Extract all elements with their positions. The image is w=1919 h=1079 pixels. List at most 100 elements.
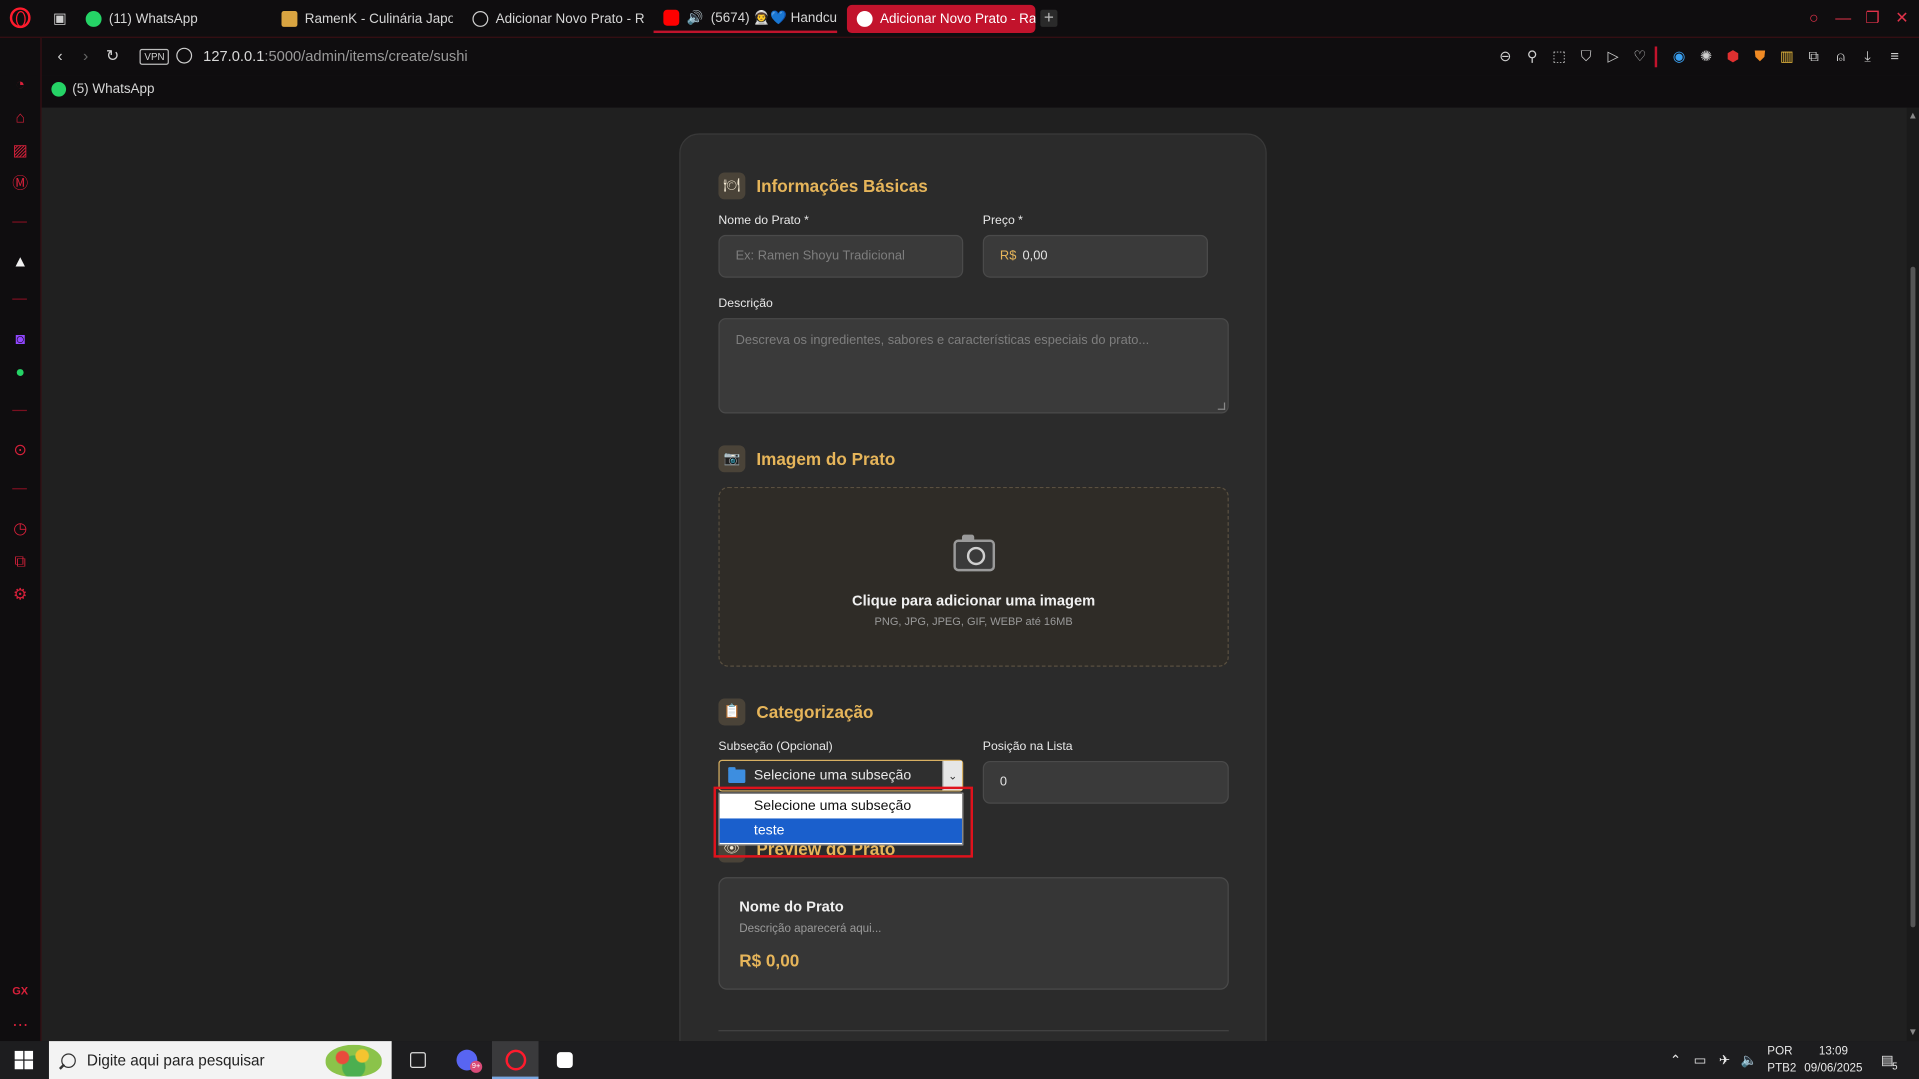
twitch-icon[interactable]: ◙ (11, 329, 29, 347)
brave-lion-icon[interactable]: ⛊ (1751, 48, 1768, 65)
windows-taskbar: Digite aqui para pesquisar 9+ ⌃ ▭ ✈ 🔈 PO… (0, 1041, 1919, 1079)
extension-openai-icon[interactable]: ✺ (1698, 48, 1715, 65)
extension-blue-icon[interactable]: ◉ (1671, 48, 1688, 65)
gx-mods-icon[interactable]: ▨ (11, 141, 29, 159)
tab-adicionar-prato-1[interactable]: Adicionar Novo Prato - Ra (463, 5, 644, 33)
reload-icon[interactable]: ↻ (103, 46, 123, 66)
section-image: 📷 Imagem do Prato (718, 445, 896, 473)
task-view-button[interactable] (394, 1041, 441, 1079)
snapshot-icon[interactable]: ⬚ (1551, 48, 1568, 65)
chevron-up-icon[interactable]: ⌃ (1667, 1052, 1684, 1069)
tab-adicionar-prato-active[interactable]: Adicionar Novo Prato - Ra (846, 4, 1036, 34)
section-title: Categorização (756, 702, 874, 722)
forward-icon[interactable]: › (76, 46, 96, 66)
gx-corner-icon[interactable]: ⌂ (11, 108, 29, 126)
minimize-icon[interactable]: — (1833, 9, 1853, 29)
vpn-badge[interactable]: VPN (139, 48, 170, 65)
profile-icon[interactable]: ⍝ (1832, 48, 1849, 65)
site-info-icon[interactable] (176, 47, 193, 64)
tab-ramenk[interactable]: RamenK - Culinária Japo (272, 5, 453, 33)
shield-icon[interactable]: ⛉ (1578, 48, 1595, 65)
sidebar-divider (12, 298, 27, 300)
address-bar: ‹ › ↻ VPN 127.0.0.1:5000/admin/items/cre… (41, 37, 1919, 76)
preview-description: Descrição aparecerá aqui... (739, 922, 882, 936)
speed-dial-icon[interactable]: ◔ (11, 75, 29, 93)
zoom-icon[interactable]: ⊖ (1497, 48, 1514, 65)
taskbar-app[interactable] (541, 1041, 588, 1079)
play-icon[interactable]: ▷ (1605, 48, 1622, 65)
tab-search-icon[interactable]: ▣ (51, 10, 68, 27)
language-code: POR (1767, 1044, 1793, 1059)
globe-icon (472, 11, 489, 27)
notification-count: 5 (1892, 1060, 1898, 1072)
resize-handle[interactable] (1217, 402, 1226, 410)
upload-title: Clique para adicionar uma imagem (851, 592, 1096, 610)
screen: ▣ (11) WhatsApp RamenK - Culinária Japo … (0, 0, 1919, 1079)
extensions-icon[interactable]: ⧉ (11, 552, 29, 570)
easy-setup-menu-icon[interactable]: ≡ (1886, 48, 1903, 65)
bookmarks-bar: (5) WhatsApp (41, 75, 1919, 108)
gx-logo-icon[interactable]: GX (11, 982, 29, 1000)
adblock-icon[interactable]: ⬢ (1724, 48, 1741, 65)
battery-icon[interactable]: ▭ (1691, 1052, 1708, 1069)
notification-badge: 9+ (469, 1060, 483, 1073)
history-icon[interactable]: ◷ (11, 519, 29, 537)
youtube-icon (663, 9, 680, 26)
settings-icon[interactable]: ⚙ (11, 585, 29, 603)
sidebar-divider (12, 488, 27, 490)
preview-price: R$ 0,00 (739, 950, 800, 971)
ramen-favicon-icon (281, 11, 298, 27)
scroll-down-icon[interactable]: ▼ (1908, 1026, 1918, 1037)
airplane-icon[interactable]: ✈ (1716, 1052, 1733, 1069)
tab-youtube[interactable]: 🔊 (5674) 👨‍🚀💙 Handcuf (653, 5, 838, 34)
search-icon[interactable]: ○ (1804, 9, 1824, 29)
pin-icon[interactable]: ⚲ (1524, 48, 1541, 65)
bookmark-whatsapp[interactable]: (5) WhatsApp (51, 81, 155, 97)
more-icon[interactable]: ⋯ (11, 1015, 29, 1033)
new-tab-button[interactable]: + (1040, 9, 1058, 27)
globe-icon (856, 11, 873, 27)
url-host: 127.0.0.1 (203, 47, 265, 65)
position-label: Posição na Lista (982, 740, 1073, 754)
player-icon[interactable]: ⊙ (11, 440, 29, 458)
description-textarea[interactable]: Descreva os ingredientes, sabores e cara… (718, 318, 1229, 414)
download-icon[interactable]: ⤓ (1859, 48, 1876, 65)
extension-chart-icon[interactable]: ▥ (1778, 48, 1795, 65)
section-title: Informações Básicas (756, 176, 928, 196)
back-icon[interactable]: ‹ (50, 46, 70, 66)
tab-whatsapp[interactable]: (11) WhatsApp (76, 5, 260, 33)
section-basic-info: 🍽 Informações Básicas (718, 172, 928, 200)
taskbar-opera-gx[interactable] (492, 1041, 539, 1079)
opera-menu-icon[interactable] (9, 7, 31, 29)
language-indicator[interactable]: POR PTB2 (1767, 1045, 1796, 1079)
speaker-icon[interactable]: 🔊 (687, 10, 704, 26)
whatsapp-icon[interactable]: ● (11, 362, 29, 380)
position-input[interactable]: 0 (982, 760, 1229, 804)
scroll-up-icon[interactable]: ▲ (1908, 110, 1918, 121)
volume-icon[interactable]: 🔈 (1740, 1052, 1758, 1069)
extensions-puzzle-icon[interactable]: ⧉ (1805, 48, 1822, 65)
scroll-thumb[interactable] (1910, 266, 1916, 928)
annotation-highlight-box (713, 786, 974, 858)
restore-icon[interactable]: ❐ (1863, 9, 1883, 29)
windows-start-icon[interactable] (14, 1050, 34, 1070)
camera-icon: 📷 (718, 445, 746, 473)
image-upload-dropzone[interactable]: Clique para adicionar uma imagem PNG, JP… (718, 486, 1229, 667)
page-scrollbar[interactable]: ▲ ▼ (1906, 107, 1919, 1042)
m-app-icon[interactable]: Ⓜ (11, 174, 29, 192)
taskbar-discord[interactable]: 9+ (443, 1041, 490, 1079)
section-title: Imagem do Prato (756, 448, 896, 469)
url-field[interactable]: 127.0.0.1:5000/admin/items/create/sushi (203, 48, 468, 65)
aria-icon[interactable]: ▲ (11, 252, 29, 270)
price-currency: R$ (999, 248, 1017, 264)
clock[interactable]: 13:09 09/06/2025 (1803, 1045, 1864, 1079)
keyboard-layout: PTB2 (1767, 1061, 1797, 1076)
close-icon[interactable]: ✕ (1892, 9, 1912, 29)
heart-icon[interactable]: ♡ (1631, 48, 1648, 65)
utensils-icon: 🍽 (718, 172, 746, 200)
name-input[interactable]: Ex: Ramen Shoyu Tradicional (718, 234, 964, 278)
price-input[interactable]: R$ 0,00 (982, 234, 1208, 278)
tab-strip: ▣ (11) WhatsApp RamenK - Culinária Japo … (0, 0, 1919, 38)
description-label: Descrição (718, 297, 773, 311)
taskbar-search[interactable]: Digite aqui para pesquisar (48, 1041, 392, 1079)
